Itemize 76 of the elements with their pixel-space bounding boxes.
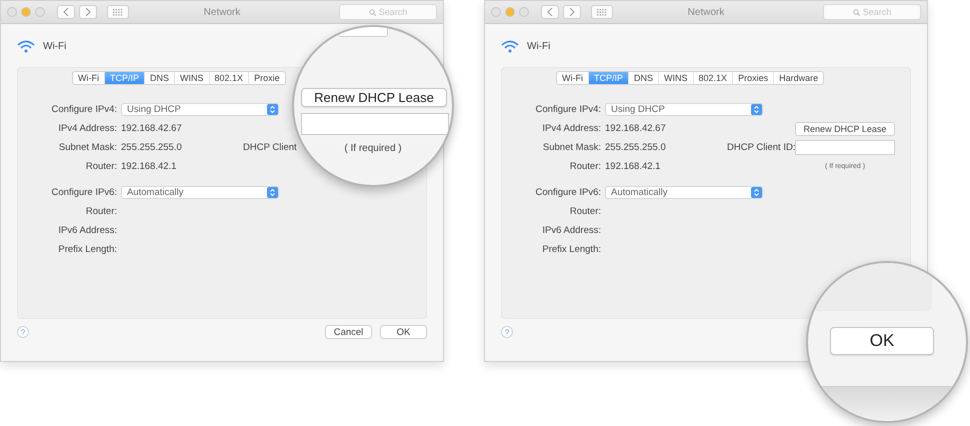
dropdown[interactable]: Using DHCP (605, 103, 763, 116)
field-label: Router: (568, 161, 602, 172)
tab[interactable]: 802.1X (692, 72, 732, 84)
tab[interactable]: Wi-Fi (557, 72, 588, 84)
field-label: Prefix Length: (57, 244, 118, 255)
hint-text: ( If required ) (344, 143, 402, 154)
stepper-icon (751, 187, 762, 198)
chevron-left-icon (63, 8, 69, 16)
service-name: Wi-Fi (527, 40, 550, 52)
field-value: 255.255.255.0 (605, 142, 666, 153)
field-label: DHCP Client (243, 142, 298, 153)
stepper-icon (267, 187, 278, 198)
field-value: 192.168.42.1 (605, 161, 660, 172)
client-id-field[interactable] (301, 113, 449, 135)
tab[interactable]: DNS (144, 72, 174, 84)
tab[interactable]: Wi-Fi (73, 72, 104, 84)
chevron-right-icon (569, 8, 575, 16)
stepper-icon (751, 104, 762, 115)
back-button[interactable] (57, 5, 75, 19)
forward-button[interactable] (79, 5, 97, 19)
field-value: 255.255.255.0 (121, 142, 182, 153)
close-button[interactable] (491, 7, 501, 17)
tab[interactable]: DNS (628, 72, 658, 84)
field-value: 192.168.42.67 (605, 123, 666, 134)
field-label: Router: (84, 206, 118, 217)
field-label: Configure IPv4: (50, 104, 118, 115)
renew-dhcp-lease-button[interactable]: Renew DHCP Lease (795, 122, 895, 136)
dropdown[interactable]: Automatically (121, 186, 279, 199)
field-label: Configure IPv6: (50, 187, 118, 198)
window-title: Network (688, 6, 724, 18)
grid-button[interactable] (591, 5, 613, 19)
field-label: Subnet Mask: (542, 142, 602, 153)
grid-icon (597, 8, 607, 16)
ok-button[interactable]: OK (380, 325, 427, 339)
field-label: Router: (568, 206, 602, 217)
tab[interactable]: 802.1X (208, 72, 248, 84)
close-button[interactable] (7, 7, 17, 17)
field-label: IPv6 Address: (541, 225, 602, 236)
dropdown[interactable]: Using DHCP (121, 103, 279, 116)
dropdown[interactable]: Automatically (605, 186, 763, 199)
client-id-field[interactable] (795, 140, 895, 155)
cancel-button[interactable]: Cancel (325, 325, 372, 339)
minimize-button[interactable] (21, 7, 31, 17)
zoom-button[interactable] (35, 7, 45, 17)
grid-icon (113, 8, 123, 16)
tab[interactable]: Hardware (773, 72, 824, 84)
minimize-button[interactable] (505, 7, 515, 17)
field-label: Prefix Length: (541, 244, 602, 255)
back-button[interactable] (541, 5, 559, 19)
field-value: 192.168.42.67 (121, 123, 182, 134)
search-icon (368, 8, 376, 16)
wifi-icon (501, 40, 519, 52)
field-label: IPv4 Address: (57, 123, 118, 134)
zoom-button[interactable] (519, 7, 529, 17)
field-label: Configure IPv6: (534, 187, 602, 198)
ok-button[interactable]: OK (830, 327, 934, 355)
renew-dhcp-lease-button[interactable]: Renew DHCP Lease (301, 88, 447, 107)
tab[interactable]: WINS (658, 72, 693, 84)
tab[interactable]: Proxies (732, 72, 774, 84)
field-label: Subnet Mask: (58, 142, 118, 153)
wifi-icon (17, 40, 35, 52)
window-title: Network (204, 6, 240, 18)
grid-button[interactable] (107, 5, 129, 19)
chevron-right-icon (85, 8, 91, 16)
tab[interactable]: Proxie (248, 72, 285, 84)
search-icon (852, 8, 860, 16)
tab[interactable]: WINS (174, 72, 209, 84)
forward-button[interactable] (563, 5, 581, 19)
field-label: IPv6 Address: (57, 225, 118, 236)
stepper-icon (267, 104, 278, 115)
service-name: Wi-Fi (43, 40, 66, 52)
field-label: IPv4 Address: (541, 123, 602, 134)
field-value: 192.168.42.1 (121, 161, 176, 172)
chevron-left-icon (547, 8, 553, 16)
field-label: Router: (84, 161, 118, 172)
field-label: Configure IPv4: (534, 104, 602, 115)
